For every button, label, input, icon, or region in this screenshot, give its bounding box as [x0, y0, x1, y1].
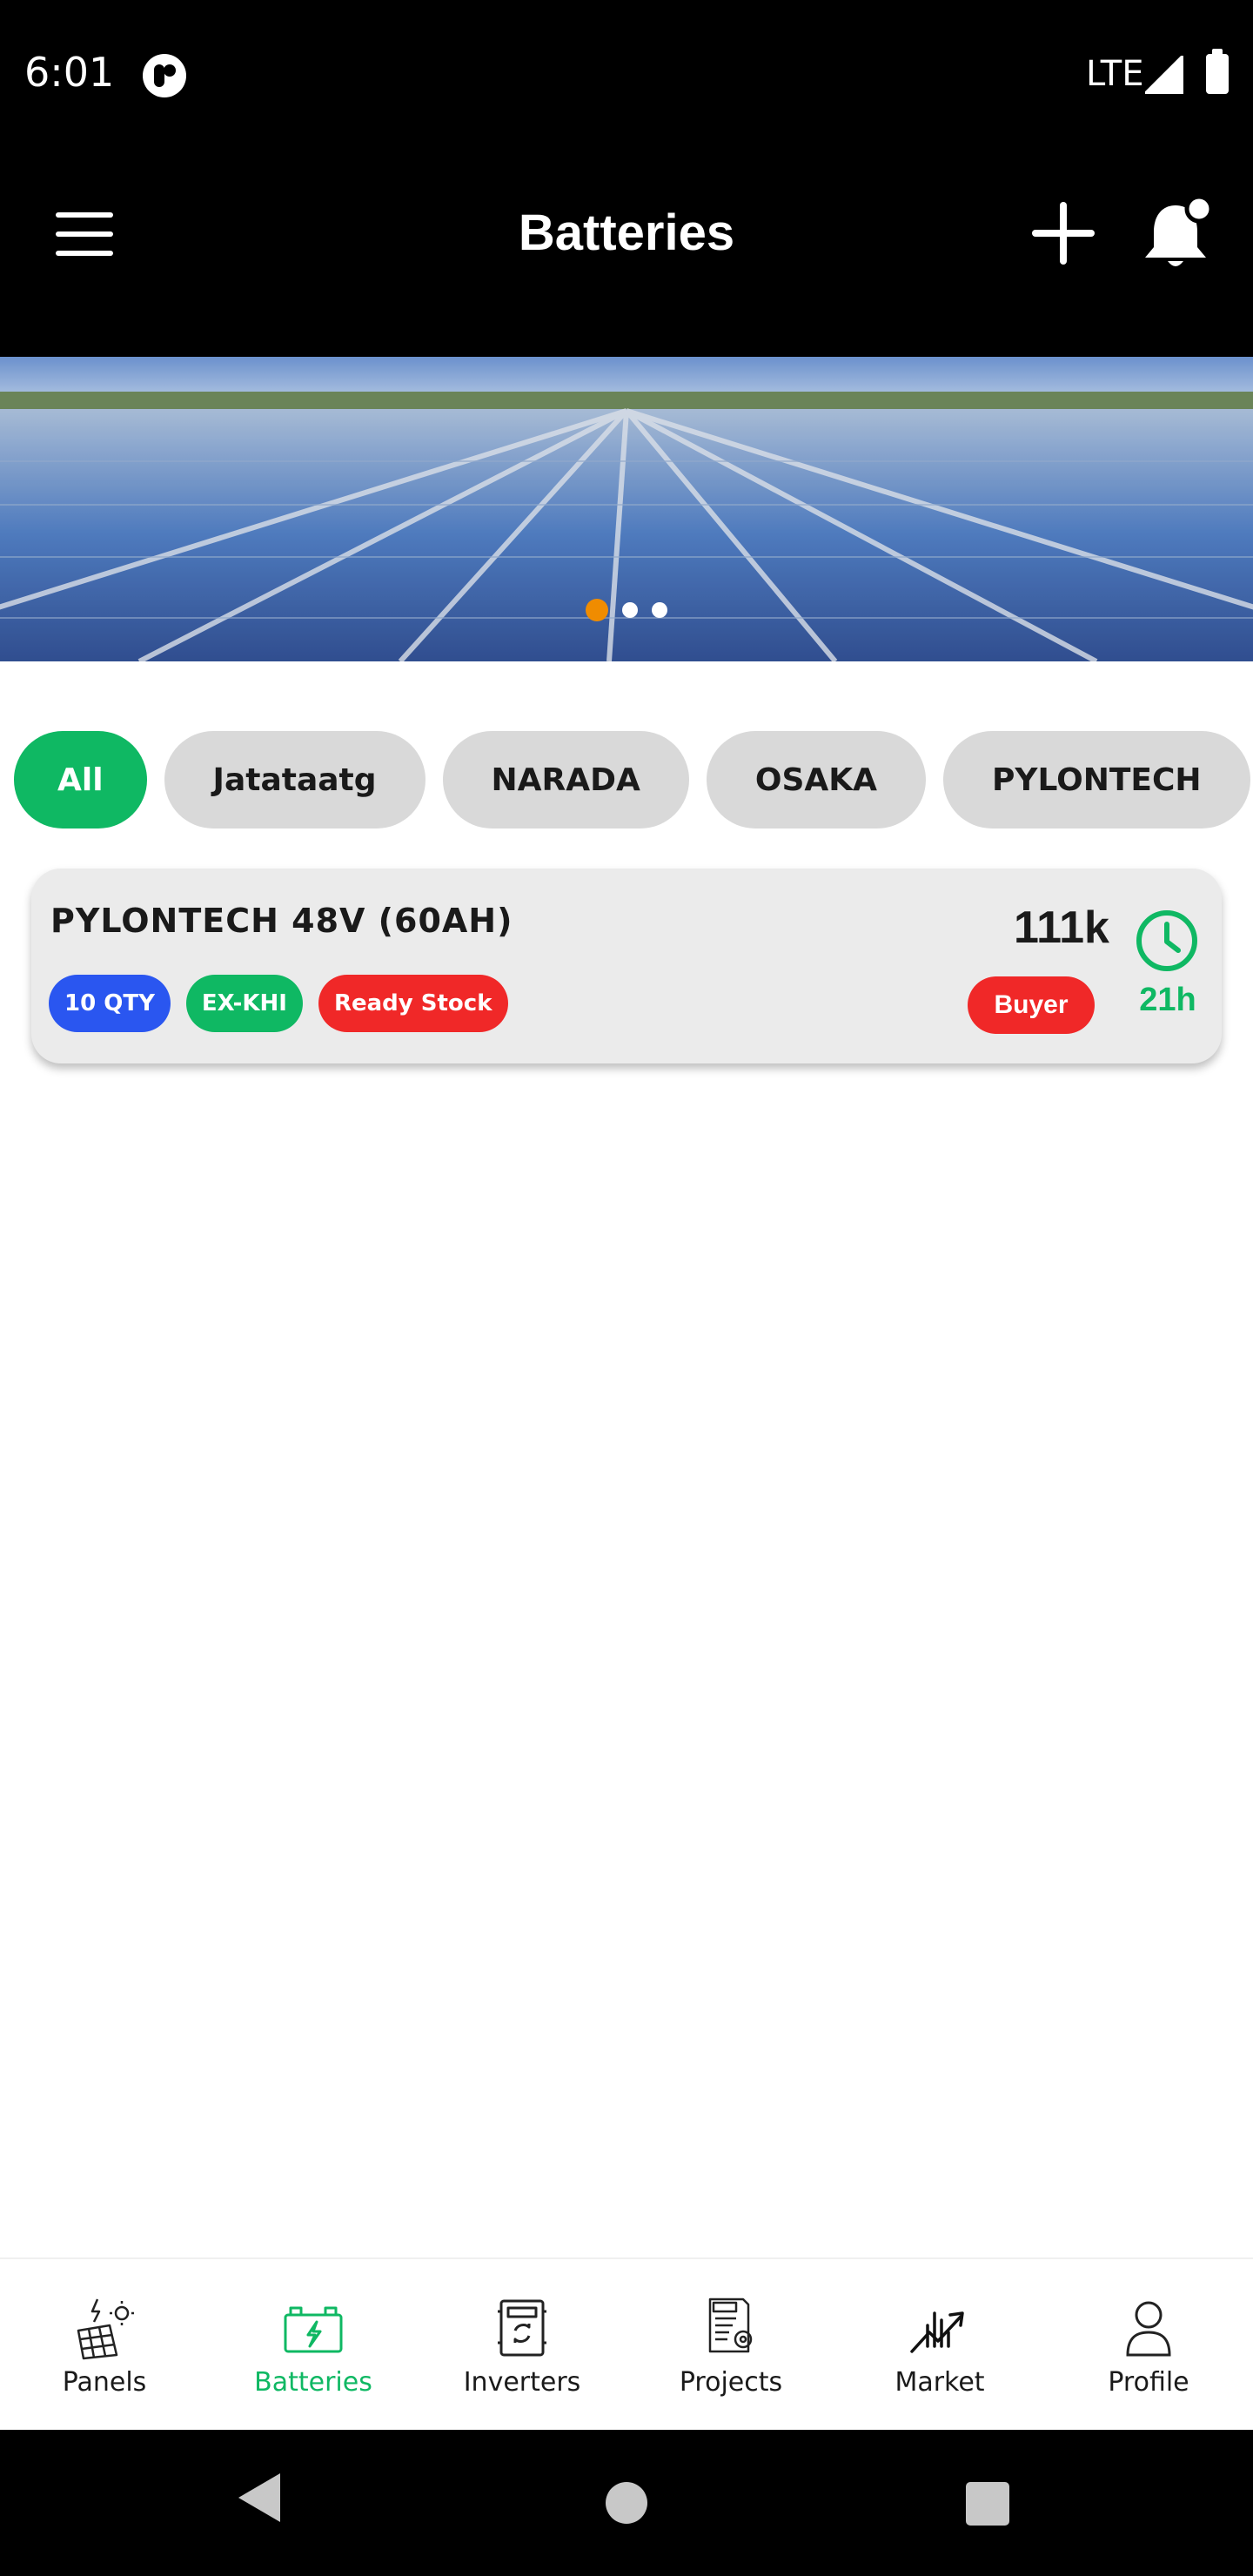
network-type: LTE: [1086, 54, 1144, 94]
system-navigation-bar: [0, 2430, 1253, 2576]
nav-item-inverters[interactable]: Inverters: [418, 2259, 626, 2432]
filter-chip-osaka[interactable]: OSAKA: [706, 731, 926, 828]
signal-icon: [1145, 56, 1183, 94]
nav-label-projects: Projects: [679, 2367, 783, 2398]
clock-icon: [1136, 910, 1197, 971]
filter-chip-jatataatg[interactable]: Jatataatg: [164, 731, 425, 828]
carousel-dot-active[interactable]: [586, 599, 608, 621]
recents-icon[interactable]: [966, 2482, 1009, 2526]
time-remaining: 21h: [1139, 982, 1196, 1018]
filter-chip-all[interactable]: All: [14, 731, 147, 828]
bottom-navigation: Panels Batteries Inverters Projects Mark…: [0, 2257, 1253, 2430]
nav-item-market[interactable]: Market: [835, 2259, 1044, 2432]
status-bar: 6:01 LTE: [0, 0, 1253, 150]
nav-label-batteries: Batteries: [254, 2367, 372, 2398]
filter-chip-pylontech[interactable]: PYLONTECH: [943, 731, 1250, 828]
listing-title: PYLONTECH 48V (60AH): [50, 902, 513, 940]
promo-banner-carousel[interactable]: [0, 357, 1253, 661]
quantity-badge: 10 QTY: [49, 975, 171, 1032]
app-bar: Batteries: [0, 150, 1253, 357]
carousel-dot[interactable]: [622, 602, 638, 618]
profile-icon: [1126, 2301, 1171, 2357]
carousel-dot[interactable]: [652, 602, 667, 618]
nav-item-batteries[interactable]: Batteries: [209, 2259, 418, 2432]
nav-item-panels[interactable]: Panels: [0, 2259, 209, 2432]
listing-price: 111k: [1014, 902, 1109, 953]
nav-item-profile[interactable]: Profile: [1044, 2259, 1253, 2432]
role-badge: Buyer: [968, 976, 1095, 1034]
listing-badges: 10 QTY EX-KHI Ready Stock: [49, 975, 508, 1032]
battery-icon: [284, 2306, 343, 2353]
stock-badge: Ready Stock: [318, 975, 508, 1032]
listing-card[interactable]: PYLONTECH 48V (60AH) 10 QTY EX-KHI Ready…: [31, 869, 1222, 1063]
status-time: 6:01: [24, 49, 115, 96]
market-chart-icon: [910, 2311, 964, 2353]
add-listing-button[interactable]: [1032, 202, 1095, 265]
back-icon[interactable]: [237, 2472, 282, 2524]
location-badge: EX-KHI: [185, 975, 303, 1032]
home-icon[interactable]: [606, 2482, 647, 2524]
screen: 6:01 LTE Batteries All Jatataatg NARADA …: [0, 0, 1253, 2576]
nav-label-panels: Panels: [62, 2367, 147, 2398]
nav-label-profile: Profile: [1108, 2367, 1189, 2398]
inverter-icon: [498, 2299, 546, 2357]
solar-panel-icon: [77, 2298, 134, 2360]
nav-label-market: Market: [895, 2367, 985, 2398]
filter-chip-narada[interactable]: NARADA: [442, 731, 689, 828]
app-notification-icon: [143, 54, 186, 97]
nav-label-inverters: Inverters: [463, 2367, 581, 2398]
project-document-icon: [708, 2298, 753, 2353]
carousel-indicator: [0, 597, 1253, 623]
battery-status-icon: [1206, 49, 1229, 94]
nav-item-projects[interactable]: Projects: [626, 2259, 835, 2432]
brand-filter-chips: All Jatataatg NARADA OSAKA PYLONTECH: [14, 731, 1250, 828]
notification-bell-icon[interactable]: [1136, 197, 1215, 275]
